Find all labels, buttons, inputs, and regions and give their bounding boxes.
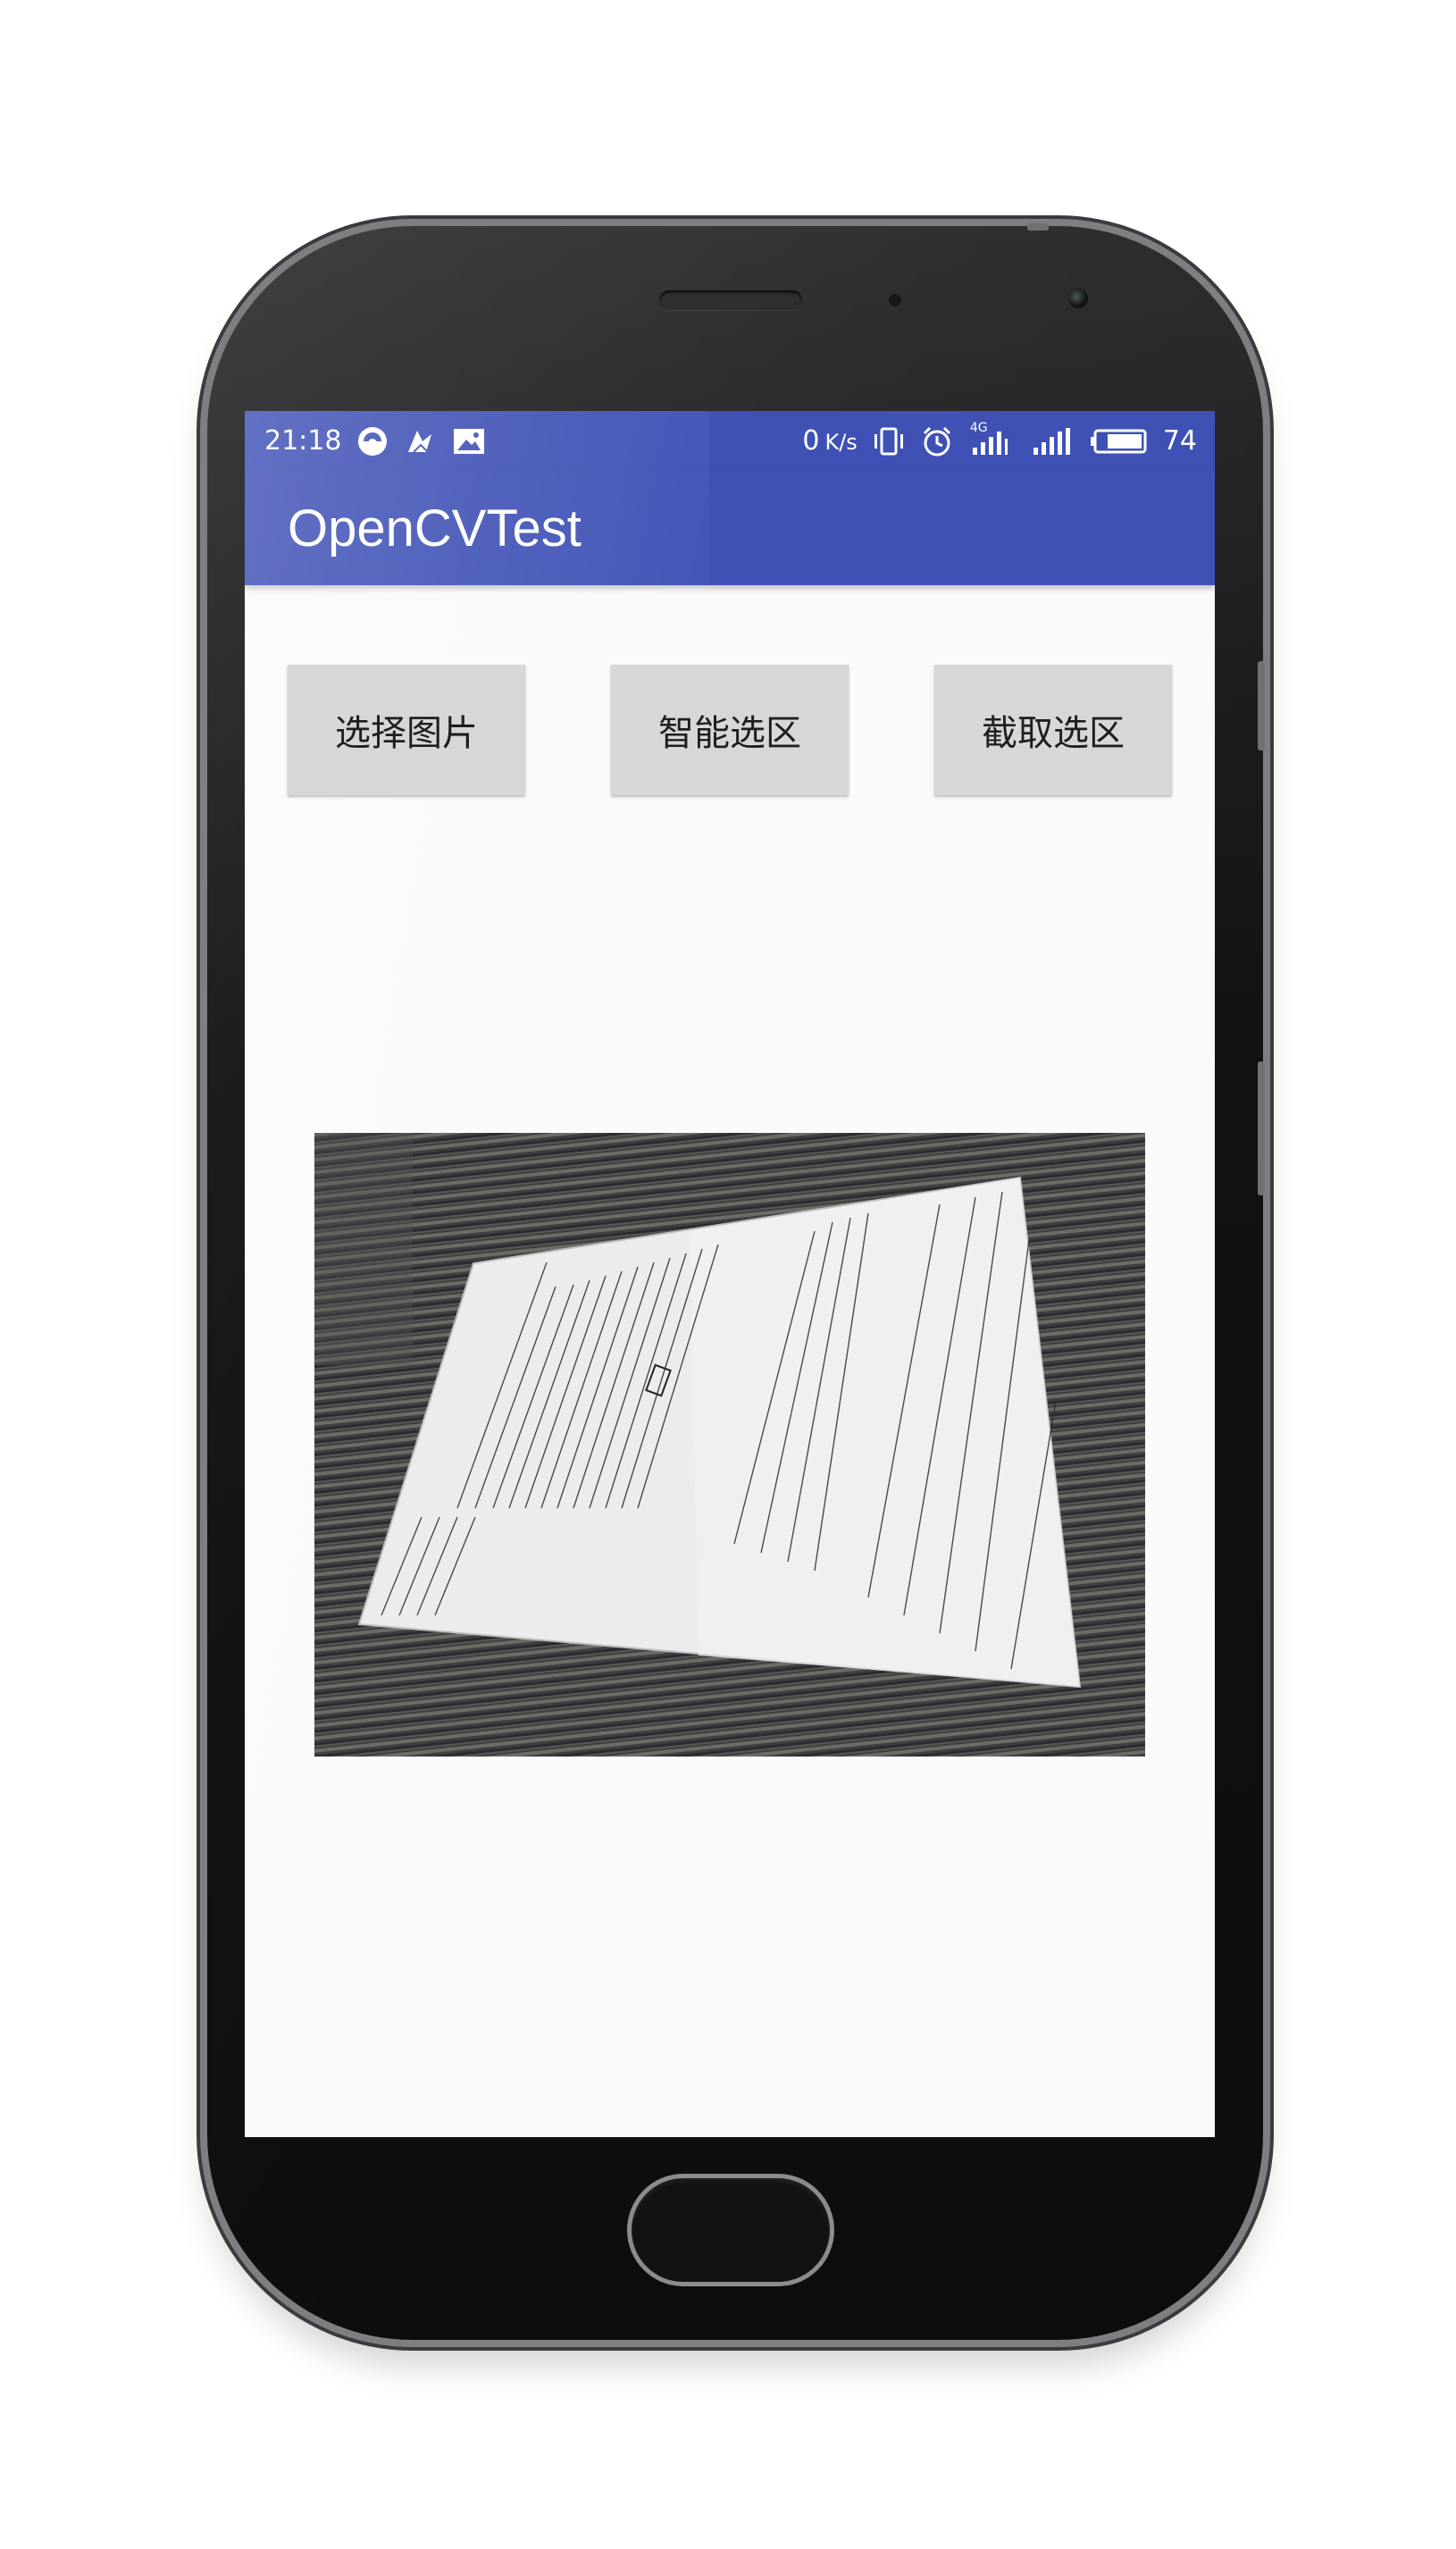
network-speed-unit: K/s — [824, 430, 858, 455]
network-speed: 0 K/s — [802, 425, 857, 457]
front-camera — [1068, 289, 1088, 308]
selected-image — [314, 1133, 1145, 1757]
status-bar: 21:18 0 K/s 4G 74 — [245, 411, 1215, 471]
signal-strength-icon — [1029, 424, 1075, 458]
phone-screen: 21:18 0 K/s 4G 74 OpenCVTest 选择图片 智能选区 截… — [245, 411, 1215, 2137]
browser-notification-icon — [356, 424, 389, 458]
vibrate-icon — [872, 424, 906, 458]
alarm-icon — [920, 424, 954, 458]
proximity-sensor — [889, 294, 901, 306]
network-speed-value: 0 — [802, 425, 820, 457]
battery-icon — [1090, 424, 1149, 458]
network-type-label: 4G — [969, 420, 988, 435]
select-image-button[interactable]: 选择图片 — [288, 665, 525, 795]
volume-down-button — [1258, 1061, 1265, 1195]
photo-of-handwritten-page — [314, 1133, 1145, 1757]
power-button — [1027, 223, 1049, 231]
signal-4g-icon: 4G — [968, 420, 1015, 458]
battery-level: 74 — [1162, 425, 1197, 457]
crop-selection-button[interactable]: 截取选区 — [934, 665, 1172, 795]
bird-notification-icon — [404, 424, 438, 458]
status-time: 21:18 — [264, 425, 342, 457]
app-title: OpenCVTest — [288, 499, 582, 558]
status-bar-left: 21:18 — [264, 424, 486, 458]
app-bar: OpenCVTest — [245, 471, 1215, 585]
volume-up-button — [1258, 661, 1265, 750]
home-button — [632, 2178, 830, 2282]
earpiece-speaker — [659, 290, 802, 310]
image-notification-icon — [452, 424, 486, 458]
smart-select-button[interactable]: 智能选区 — [611, 665, 849, 795]
status-bar-right: 0 K/s 4G 74 — [802, 420, 1197, 458]
